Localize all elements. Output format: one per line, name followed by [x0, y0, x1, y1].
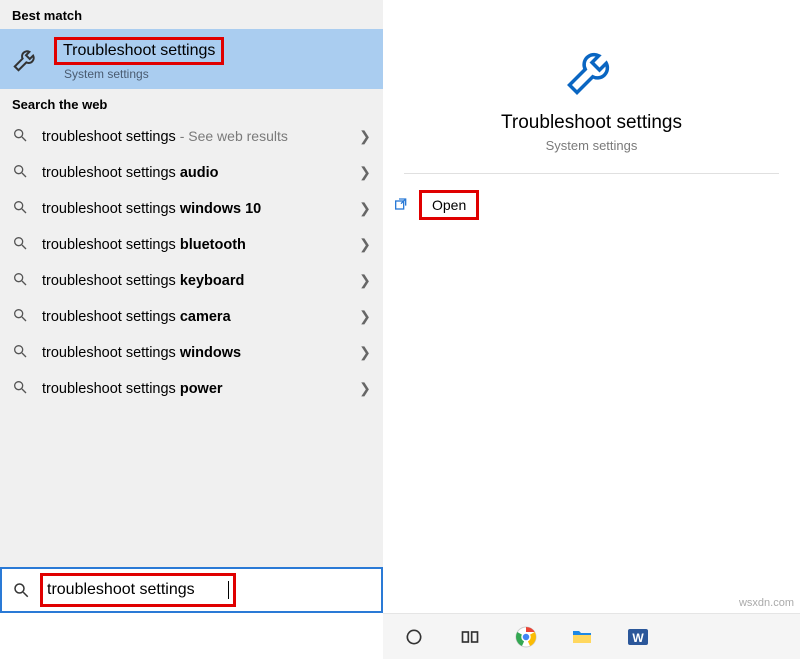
web-result-item[interactable]: troubleshoot settings bluetooth ❯	[0, 226, 383, 262]
best-match-header: Best match	[0, 0, 383, 29]
search-icon	[12, 127, 30, 145]
chevron-right-icon: ❯	[355, 236, 375, 253]
file-explorer-icon[interactable]	[569, 624, 595, 650]
chevron-right-icon: ❯	[355, 128, 375, 145]
web-result-label: troubleshoot settings power	[42, 380, 355, 397]
web-result-item[interactable]: troubleshoot settings keyboard ❯	[0, 262, 383, 298]
search-bar[interactable]	[0, 567, 383, 613]
chevron-right-icon: ❯	[355, 200, 375, 217]
search-icon	[12, 235, 30, 253]
preview-subtitle: System settings	[546, 138, 638, 153]
wrench-icon	[10, 43, 42, 75]
word-icon[interactable]: W	[625, 624, 651, 650]
search-web-header: Search the web	[0, 89, 383, 118]
web-result-label: troubleshoot settings audio	[42, 164, 355, 181]
preview-panel: Troubleshoot settings System settings Op…	[383, 0, 800, 613]
open-icon	[393, 197, 409, 213]
web-result-item[interactable]: troubleshoot settings windows ❯	[0, 334, 383, 370]
web-result-item[interactable]: troubleshoot settings - See web results …	[0, 118, 383, 154]
divider	[404, 173, 779, 174]
search-icon	[12, 271, 30, 289]
search-icon	[12, 163, 30, 181]
web-result-label: troubleshoot settings - See web results	[42, 128, 355, 145]
chrome-icon[interactable]	[513, 624, 539, 650]
best-match-subtitle: System settings	[64, 67, 224, 81]
svg-text:W: W	[632, 631, 644, 645]
web-result-label: troubleshoot settings bluetooth	[42, 236, 355, 253]
search-icon	[12, 581, 30, 599]
open-label: Open	[419, 190, 479, 220]
web-result-label: troubleshoot settings windows 10	[42, 200, 355, 217]
open-action[interactable]: Open	[383, 190, 479, 220]
web-result-item[interactable]: troubleshoot settings audio ❯	[0, 154, 383, 190]
best-match-title: Troubleshoot settings	[54, 37, 224, 65]
watermark: wsxdn.com	[739, 597, 794, 609]
task-view-icon[interactable]	[457, 624, 483, 650]
preview-title: Troubleshoot settings	[501, 112, 682, 134]
search-icon	[12, 343, 30, 361]
web-result-item[interactable]: troubleshoot settings camera ❯	[0, 298, 383, 334]
search-icon	[12, 307, 30, 325]
best-match-result[interactable]: Troubleshoot settings System settings	[0, 29, 383, 89]
search-panel: Best match Troubleshoot settings System …	[0, 0, 383, 613]
wrench-icon	[562, 40, 622, 100]
web-results-list: troubleshoot settings - See web results …	[0, 118, 383, 567]
chevron-right-icon: ❯	[355, 344, 375, 361]
web-result-label: troubleshoot settings keyboard	[42, 272, 355, 289]
chevron-right-icon: ❯	[355, 272, 375, 289]
chevron-right-icon: ❯	[355, 308, 375, 325]
web-result-item[interactable]: troubleshoot settings windows 10 ❯	[0, 190, 383, 226]
chevron-right-icon: ❯	[355, 380, 375, 397]
cortana-icon[interactable]	[401, 624, 427, 650]
web-result-label: troubleshoot settings camera	[42, 308, 355, 325]
search-icon	[12, 199, 30, 217]
web-result-item[interactable]: troubleshoot settings power ❯	[0, 370, 383, 406]
search-input[interactable]	[47, 581, 227, 599]
web-result-label: troubleshoot settings windows	[42, 344, 355, 361]
chevron-right-icon: ❯	[355, 164, 375, 181]
search-icon	[12, 379, 30, 397]
taskbar: W	[383, 613, 800, 659]
